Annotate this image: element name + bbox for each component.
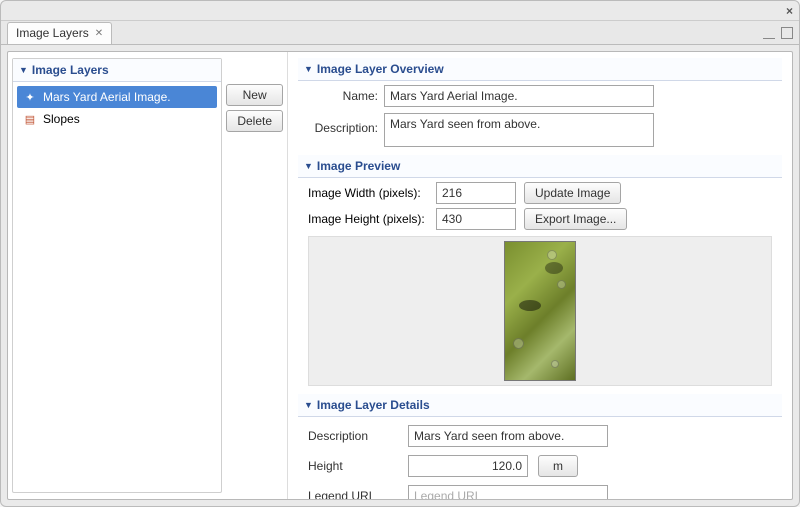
details-desc-input[interactable] (408, 425, 608, 447)
tree-header-label: Image Layers (32, 63, 109, 77)
tab-label: Image Layers (16, 26, 89, 40)
details-legend-label: Legend URL (308, 489, 398, 499)
height-unit-button[interactable]: m (538, 455, 578, 477)
image-height-input[interactable] (436, 208, 516, 230)
details-height-input[interactable] (408, 455, 528, 477)
tree-header[interactable]: ▼ Image Layers (13, 59, 221, 82)
window-close-icon[interactable]: × (786, 4, 793, 18)
titlebar: × (1, 1, 799, 21)
tree-panel: ▼ Image Layers ✦ Mars Yard Aerial Image.… (12, 58, 222, 493)
image-width-input[interactable] (436, 182, 516, 204)
details-header[interactable]: ▼ Image Layer Details (298, 394, 782, 417)
left-column: ▼ Image Layers ✦ Mars Yard Aerial Image.… (8, 52, 288, 499)
overview-section: ▼ Image Layer Overview Name: Description… (298, 58, 782, 147)
tab-bar: Image Layers ✕ (1, 21, 799, 45)
tree-list: ✦ Mars Yard Aerial Image. ▤ Slopes (13, 82, 221, 134)
right-column: ▼ Image Layer Overview Name: Description… (288, 52, 792, 499)
chevron-down-icon: ▼ (304, 400, 313, 410)
details-desc-label: Description (308, 429, 398, 443)
layer-icon: ✦ (23, 90, 37, 104)
new-button[interactable]: New (226, 84, 283, 106)
tree-item-slopes[interactable]: ▤ Slopes (17, 108, 217, 130)
minimize-icon[interactable] (763, 33, 775, 39)
update-image-button[interactable]: Update Image (524, 182, 621, 204)
app-window: × Image Layers ✕ ▼ Image Layers ✦ Mars Y… (0, 0, 800, 507)
details-legend-input[interactable] (408, 485, 608, 499)
delete-button[interactable]: Delete (226, 110, 283, 132)
export-image-button[interactable]: Export Image... (524, 208, 627, 230)
image-width-label: Image Width (pixels): (308, 186, 428, 200)
preview-header[interactable]: ▼ Image Preview (298, 155, 782, 178)
tree-item-label: Mars Yard Aerial Image. (43, 90, 171, 104)
image-height-label: Image Height (pixels): (308, 212, 428, 226)
name-input[interactable] (384, 85, 654, 107)
tree-button-column: New Delete (226, 58, 283, 493)
overview-header[interactable]: ▼ Image Layer Overview (298, 58, 782, 81)
content-area: ▼ Image Layers ✦ Mars Yard Aerial Image.… (7, 51, 793, 500)
tree-item-label: Slopes (43, 112, 80, 126)
description-input[interactable] (384, 113, 654, 147)
image-preview-box (308, 236, 772, 386)
details-height-label: Height (308, 459, 398, 473)
chevron-down-icon: ▼ (304, 161, 313, 171)
maximize-icon[interactable] (781, 27, 793, 39)
tab-close-icon[interactable]: ✕ (95, 28, 103, 39)
section-title: Image Layer Details (317, 398, 430, 412)
section-title: Image Layer Overview (317, 62, 444, 76)
tree-item-mars-yard[interactable]: ✦ Mars Yard Aerial Image. (17, 86, 217, 108)
details-section: ▼ Image Layer Details Description Height… (298, 394, 782, 499)
section-title: Image Preview (317, 159, 400, 173)
preview-section: ▼ Image Preview Image Width (pixels): Up… (298, 155, 782, 386)
chevron-down-icon: ▼ (19, 65, 28, 75)
description-label: Description: (308, 113, 378, 135)
chevron-down-icon: ▼ (304, 64, 313, 74)
tab-image-layers[interactable]: Image Layers ✕ (7, 22, 112, 44)
name-label: Name: (308, 89, 378, 103)
terrain-preview-image (504, 241, 576, 381)
layer-icon: ▤ (23, 112, 37, 126)
